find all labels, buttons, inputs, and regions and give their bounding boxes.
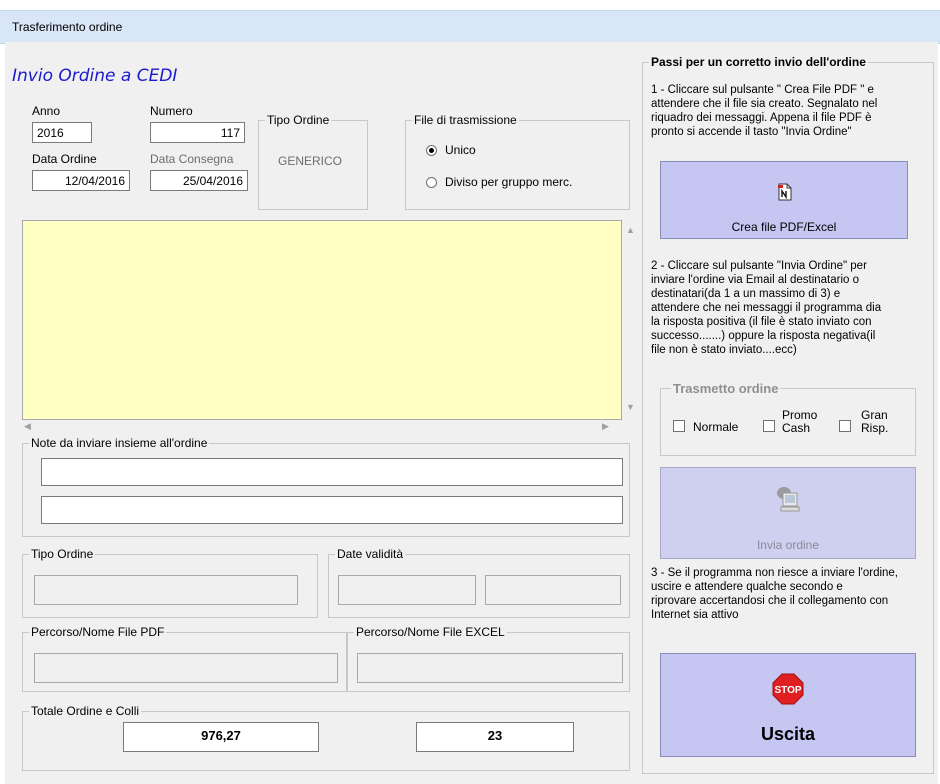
messages-area[interactable] [22, 220, 622, 420]
file-trasmissione-legend: File di trasmissione [412, 113, 519, 127]
send-computer-icon [777, 487, 800, 512]
scroll-up-icon[interactable]: ▲ [626, 225, 635, 235]
radio-diviso[interactable]: Diviso per gruppo merc. [426, 175, 572, 189]
scroll-down-icon[interactable]: ▼ [626, 402, 635, 412]
tipo-ordine-detail-legend: Tipo Ordine [29, 547, 96, 561]
step2-line: attendere che nei messaggi il programma … [651, 302, 882, 314]
totale-ordine-field: 976,27 [123, 722, 319, 752]
step1-line: riquadro dei messaggi. Appena il file PD… [651, 112, 872, 124]
note-group: Note da inviare insieme all'ordine [22, 436, 630, 537]
excel-path-group: Percorso/Nome File EXCEL [347, 625, 630, 692]
uscita-label: Uscita [760, 724, 816, 744]
step2-line: successo.......) oppure la risposta nega… [651, 330, 876, 342]
promo-cash-label: Promo Cash [782, 409, 817, 435]
steps-panel: Passi per un corretto invio dell'ordine … [642, 55, 935, 774]
totale-colli-field: 23 [416, 722, 574, 752]
tipo-ordine-detail-field [34, 575, 298, 605]
anno-field[interactable]: 2016 [32, 122, 92, 143]
invia-ordine-button[interactable]: Invia ordine [660, 467, 916, 559]
date-validita-legend: Date validità [335, 547, 406, 561]
scroll-right-icon[interactable]: ▶ [602, 421, 609, 432]
tipo-ordine-group: Tipo Ordine GENERICO [258, 113, 368, 210]
data-ordine-label: Data Ordine [32, 152, 97, 166]
data-consegna-label: Data Consegna [150, 152, 234, 166]
step1-line: pronto si accende il tasto "Invia Ordine… [651, 126, 852, 138]
data-consegna-field[interactable]: 25/04/2016 [150, 170, 248, 191]
radio-unico-label: Unico [445, 143, 476, 157]
pdf-path-field [34, 653, 338, 683]
normale-checkbox[interactable] [673, 420, 685, 432]
numero-label: Numero [150, 104, 193, 118]
note-input-1[interactable] [41, 458, 623, 486]
file-trasmissione-group: File di trasmissione Unico Diviso per gr… [405, 113, 630, 210]
radio-diviso-dot[interactable] [426, 176, 437, 188]
date-validita-group: Date validità [328, 547, 630, 618]
step3-line: 3 - Se il programma non riesce a inviare… [651, 567, 899, 579]
note-legend: Note da inviare insieme all'ordine [29, 436, 210, 450]
pdf-file-icon [778, 183, 792, 201]
gran-risp-checkbox[interactable] [839, 420, 851, 432]
gran-risp-label: Gran Risp. [861, 409, 888, 435]
data-ordine-field[interactable]: 12/04/2016 [32, 170, 130, 191]
anno-label: Anno [32, 104, 61, 118]
promo-cash-checkbox[interactable] [763, 420, 775, 432]
step3-line: Internet sia attivo [651, 609, 739, 621]
tipo-ordine-detail-group: Tipo Ordine [22, 547, 318, 618]
radio-unico[interactable]: Unico [426, 143, 476, 157]
step2-line: file non è stato inviato....ecc) [651, 344, 797, 356]
step3-text: 3 - Se il programma non riesce a inviare… [651, 566, 935, 622]
date-validita-from-field [338, 575, 476, 605]
messages-horizontal-scrollbar[interactable]: ◀ ▶ [22, 420, 622, 434]
step2-line: 2 - Cliccare sul pulsante "Invia Ordine"… [651, 260, 867, 272]
numero-field[interactable]: 117 [150, 122, 245, 143]
invia-ordine-label: Invia ordine [756, 538, 820, 552]
tipo-ordine-legend: Tipo Ordine [265, 113, 332, 127]
step2-text: 2 - Cliccare sul pulsante "Invia Ordine"… [651, 259, 933, 357]
risp-line: Risp. [861, 421, 889, 435]
steps-legend: Passi per un corretto invio dell'ordine [649, 55, 868, 69]
date-validita-to-field [485, 575, 621, 605]
stop-sign-icon: STOP [772, 673, 804, 705]
excel-path-legend: Percorso/Nome File EXCEL [354, 625, 507, 639]
trasmetto-group: Trasmetto ordine Normale Promo Cash Gran… [660, 381, 916, 456]
normale-label: Normale [693, 420, 739, 434]
step1-line: attendere che il file sia creato. Segnal… [651, 98, 878, 110]
pdf-path-legend: Percorso/Nome File PDF [29, 625, 167, 639]
scroll-left-icon[interactable]: ◀ [24, 421, 31, 432]
totals-group: Totale Ordine e Colli 976,27 23 [22, 704, 630, 771]
step2-line: la risposta positiva (il file è stato in… [651, 316, 872, 328]
step3-line: uscire e attendere qualche secondo e [651, 581, 843, 593]
crea-pdf-button[interactable]: Crea file PDF/Excel [660, 161, 908, 239]
step2-line: inviare l'ordine via Email al destinatar… [651, 274, 860, 286]
step2-line: destinatari(da 1 a un massimo di 3) e [651, 288, 841, 300]
uscita-button[interactable]: STOP Uscita [660, 653, 916, 757]
window-title: Trasferimento ordine [12, 20, 123, 34]
stop-sign-text: STOP [774, 685, 801, 696]
excel-path-field [357, 653, 623, 683]
step1-line: 1 - Cliccare sul pulsante " Crea File PD… [651, 84, 874, 96]
window-titlebar: Trasferimento ordine [0, 10, 940, 44]
crea-pdf-label: Crea file PDF/Excel [731, 220, 837, 234]
messages-vertical-scrollbar[interactable]: ▲ ▼ [622, 220, 639, 434]
step1-text: 1 - Cliccare sul pulsante " Crea File PD… [651, 83, 931, 139]
note-input-2[interactable] [41, 496, 623, 524]
step3-line: riprovare accertandosi che il collegamen… [651, 595, 889, 607]
totals-legend: Totale Ordine e Colli [29, 704, 142, 718]
tipo-ordine-value: GENERICO [278, 154, 343, 168]
cash-line: Cash [782, 421, 811, 435]
radio-unico-dot[interactable] [426, 144, 437, 156]
trasmetto-legend: Trasmetto ordine [671, 381, 781, 396]
radio-diviso-label: Diviso per gruppo merc. [445, 175, 573, 189]
page-title: Invio Ordine a CEDI [12, 66, 178, 86]
pdf-path-group: Percorso/Nome File PDF [22, 625, 347, 692]
